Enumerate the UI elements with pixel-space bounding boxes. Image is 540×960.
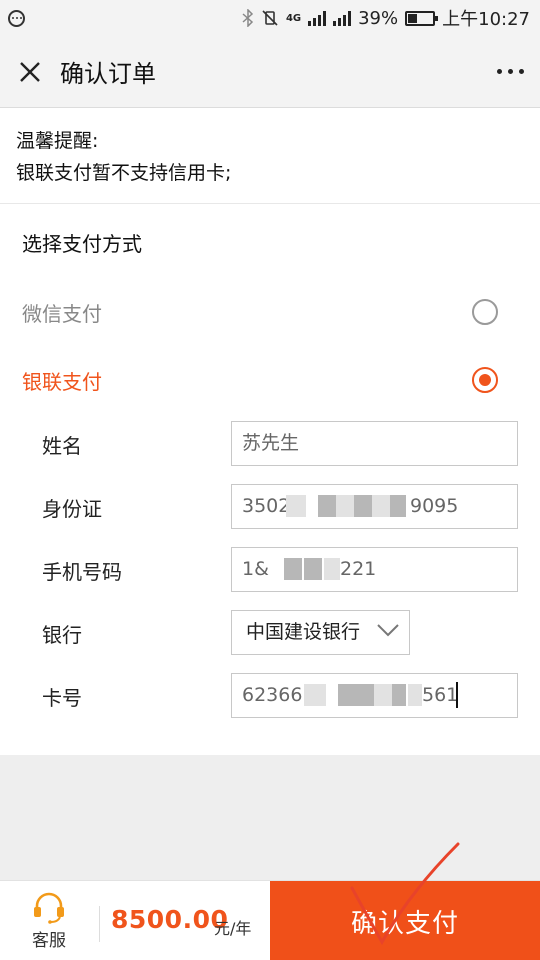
more-dot-icon	[518, 69, 524, 74]
message-icon	[8, 9, 25, 27]
card-label: 卡号	[42, 686, 82, 710]
network-label: 4G	[285, 12, 302, 24]
headset-icon	[34, 892, 64, 924]
id-card-suffix: 9095	[410, 495, 459, 517]
form-row-card: 卡号 62366 561	[0, 673, 540, 719]
card-prefix: 62366	[242, 684, 303, 706]
payment-section-title: 选择支付方式	[22, 232, 142, 256]
redaction-mask	[324, 558, 340, 580]
confirm-payment-label: 确认支付	[350, 908, 459, 939]
more-dot-icon	[507, 69, 513, 74]
form-row-name: 姓名 苏先生	[0, 421, 540, 467]
close-button[interactable]	[0, 36, 60, 108]
payment-option-label: 银联支付	[22, 369, 102, 394]
price-unit: 元/年	[214, 919, 252, 938]
id-card-input[interactable]: 3502 9095	[231, 484, 518, 529]
more-button[interactable]	[480, 36, 540, 108]
card-suffix: 561	[422, 684, 459, 706]
page-title: 确认订单	[60, 60, 156, 88]
redaction-mask	[408, 684, 422, 706]
chevron-down-icon	[377, 624, 399, 637]
card-number-input[interactable]: 62366 561	[231, 673, 518, 718]
divider	[99, 906, 100, 942]
status-bar: 4G 39% 上午10:27	[0, 0, 540, 36]
redaction-mask	[304, 558, 322, 580]
signal-icon	[308, 10, 327, 26]
form-row-bank: 银行 中国建设银行	[0, 610, 540, 656]
vibrate-icon	[262, 10, 278, 26]
notice-panel: 温馨提醒: 银联支付暂不支持信用卡;	[0, 108, 540, 204]
redaction-mask	[286, 495, 306, 517]
title-bar: 确认订单	[0, 36, 540, 108]
form-row-phone: 手机号码 1& 221	[0, 547, 540, 593]
unionpay-radio[interactable]	[472, 367, 498, 393]
redaction-mask	[284, 558, 302, 580]
confirm-payment-button[interactable]: 确认支付	[270, 881, 540, 960]
phone-input[interactable]: 1& 221	[231, 547, 518, 592]
notice-title: 温馨提醒:	[16, 130, 99, 152]
redaction-mask	[374, 684, 392, 706]
redaction-mask	[304, 684, 326, 706]
name-value: 苏先生	[242, 432, 300, 454]
form-row-id: 身份证 3502 9095	[0, 484, 540, 530]
bank-value: 中国建设银行	[246, 621, 361, 643]
signal-icon-2	[333, 10, 352, 26]
bluetooth-icon	[242, 9, 254, 27]
redaction-mask	[372, 495, 390, 517]
redaction-mask	[336, 495, 354, 517]
redaction-mask	[354, 495, 372, 517]
redaction-mask	[356, 684, 374, 706]
bank-select[interactable]: 中国建设银行	[231, 610, 410, 655]
payment-option-label: 微信支付	[22, 301, 102, 326]
phone-label: 手机号码	[42, 560, 122, 584]
notice-text: 银联支付暂不支持信用卡;	[16, 162, 232, 184]
more-dot-icon	[496, 69, 502, 74]
redaction-mask	[390, 495, 406, 517]
redaction-mask	[392, 684, 406, 706]
payment-option-unionpay[interactable]: 银联支付	[0, 355, 540, 405]
phone-suffix: 221	[340, 558, 377, 580]
empty-area	[0, 755, 540, 880]
redaction-mask	[318, 495, 336, 517]
redaction-mask	[338, 684, 356, 706]
battery-icon	[405, 10, 439, 26]
clock: 上午10:27	[442, 9, 530, 30]
id-card-prefix: 3502	[242, 495, 291, 517]
bank-label: 银行	[42, 623, 82, 647]
wechat-radio[interactable]	[472, 299, 498, 325]
text-cursor	[456, 682, 458, 708]
phone-prefix: 1&	[242, 558, 269, 580]
bottom-bar: 客服 8500.00 元/年 确认支付	[0, 880, 540, 960]
customer-service-button[interactable]: 客服	[0, 881, 98, 960]
name-label: 姓名	[42, 434, 82, 458]
battery-percent: 39%	[358, 7, 399, 29]
price-amount: 8500.00	[111, 905, 229, 934]
name-input[interactable]: 苏先生	[231, 421, 518, 466]
customer-service-label: 客服	[32, 930, 66, 951]
id-card-label: 身份证	[42, 497, 102, 521]
payment-option-wechat[interactable]: 微信支付	[0, 287, 540, 337]
close-icon	[20, 61, 40, 82]
